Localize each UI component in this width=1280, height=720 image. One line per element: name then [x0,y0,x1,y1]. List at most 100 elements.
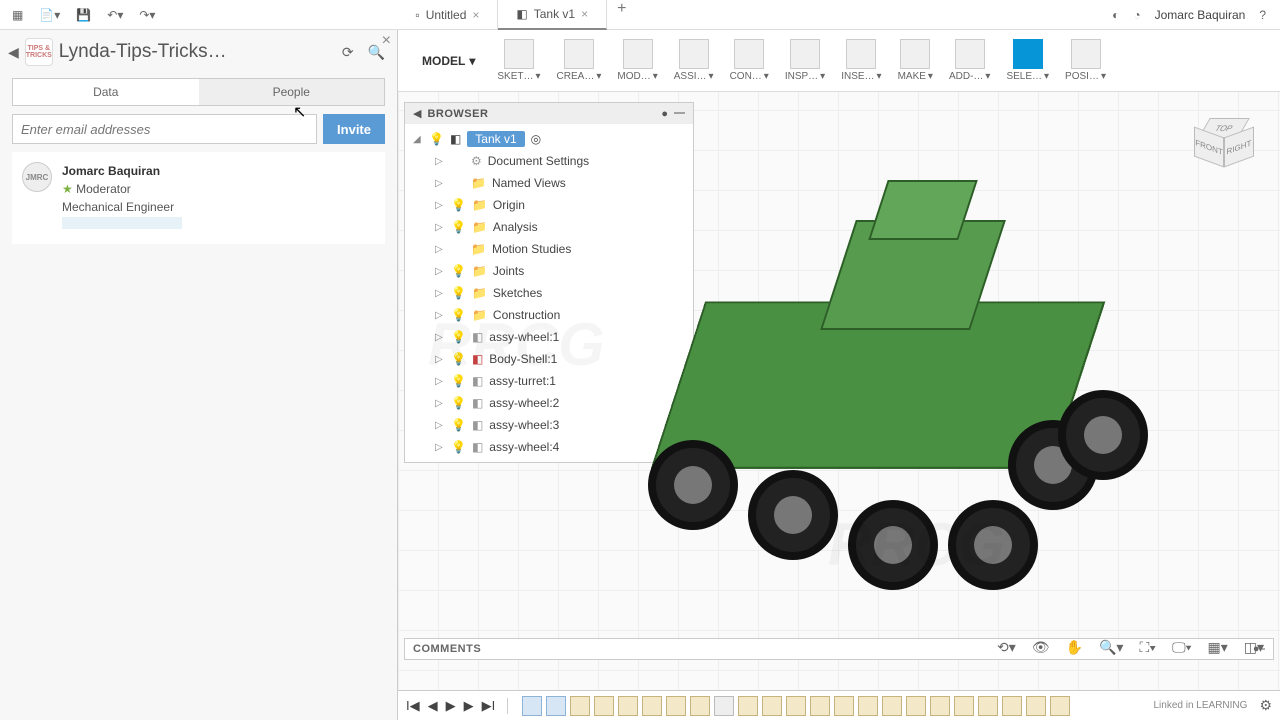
refresh-icon[interactable]: ⟳ [338,40,358,65]
tree-root[interactable]: ◢ 💡 ◧ Tank v1 ◎ [405,128,693,150]
grid-icon[interactable]: ▦ [12,8,23,22]
canvas[interactable]: MODEL ▾ SKET… ▾ CREA… ▾ MOD… ▾ ASSI… ▾ C… [398,30,1280,720]
user-name[interactable]: Jomarc Baquiran [1155,8,1246,22]
viewport-icon[interactable]: ◫▾ [1240,637,1268,658]
view-cube[interactable]: TOP FRONT RIGHT [1190,110,1260,180]
invite-button[interactable]: Invite [323,114,385,144]
arrow-right-icon[interactable]: ▷ [435,222,445,233]
bulb-icon[interactable]: 💡 [451,220,466,234]
ribbon-assemble[interactable]: ASSI… ▾ [666,37,722,84]
ribbon-modify[interactable]: MOD… ▾ [609,37,665,84]
tab-untitled[interactable]: ▫ Untitled × [397,0,498,30]
arrow-right-icon[interactable]: ▷ [435,376,445,387]
feature-item[interactable] [834,696,854,716]
tank-model[interactable] [588,160,1148,590]
job-status-icon[interactable]: ◔ [1133,8,1140,22]
bulb-icon[interactable]: 💡 [451,374,466,388]
ribbon-create[interactable]: CREA… ▾ [549,37,610,84]
feature-item[interactable] [906,696,926,716]
person-card[interactable]: JMRC Jomarc Baquiran ★ Moderator Mechani… [12,152,385,244]
ribbon-insert[interactable]: INSE… ▾ [833,37,889,84]
email-input[interactable] [12,114,317,144]
feature-item[interactable] [690,696,710,716]
arrow-right-icon[interactable]: ▷ [435,288,445,299]
skip-start-icon[interactable]: I◀ [406,698,420,714]
feature-item[interactable] [546,696,566,716]
ribbon-inspect[interactable]: INSP… ▾ [777,37,833,84]
play-icon[interactable]: ▶ [446,698,456,714]
fit-icon[interactable]: ⛶▾ [1135,637,1160,658]
feature-item[interactable] [1026,696,1046,716]
redo-icon[interactable]: ↷▾ [139,8,155,22]
slider-icon[interactable]: ⎯⎯ [674,107,685,120]
feature-item[interactable] [930,696,950,716]
arrow-right-icon[interactable]: ▷ [435,156,445,167]
ribbon-select[interactable]: SELE… ▾ [998,37,1057,84]
arrow-right-icon[interactable]: ▷ [435,266,445,277]
feature-item[interactable] [978,696,998,716]
feature-item[interactable] [954,696,974,716]
feature-item[interactable] [570,696,590,716]
arrow-right-icon[interactable]: ▷ [435,244,445,255]
bulb-icon[interactable]: 💡 [451,308,466,322]
arrow-right-icon[interactable]: ▷ [435,332,445,343]
feature-item[interactable] [1050,696,1070,716]
close-icon[interactable]: × [472,8,479,22]
settings-icon[interactable]: ⚙ [1259,697,1272,714]
feature-item[interactable] [762,696,782,716]
ribbon-addins[interactable]: ADD-… ▾ [941,37,998,84]
feature-item[interactable] [714,696,734,716]
arrow-right-icon[interactable]: ▷ [435,442,445,453]
bulb-icon[interactable]: 💡 [451,418,466,432]
bulb-icon[interactable]: 💡 [451,330,466,344]
arrow-right-icon[interactable]: ▷ [435,310,445,321]
browser-header[interactable]: ◀ BROWSER ● ⎯⎯ [405,103,693,124]
workspace-dropdown[interactable]: MODEL ▾ [408,54,489,68]
arrow-right-icon[interactable]: ▷ [435,178,445,189]
feature-item[interactable] [594,696,614,716]
close-icon[interactable]: × [581,7,588,21]
orbit-icon[interactable]: ⟲▾ [993,637,1020,658]
feature-item[interactable] [882,696,902,716]
tab-data[interactable]: Data [13,79,199,105]
feature-item[interactable] [522,696,542,716]
bullet-icon[interactable]: ● [661,108,668,120]
feature-item[interactable] [666,696,686,716]
bulb-icon[interactable]: 💡 [451,352,466,366]
arrow-right-icon[interactable]: ▷ [435,420,445,431]
new-tab-button[interactable]: + [607,0,636,30]
undo-icon[interactable]: ↶▾ [107,8,123,22]
feature-item[interactable] [810,696,830,716]
bulb-icon[interactable]: 💡 [451,286,466,300]
tab-tank[interactable]: ◧ Tank v1 × [498,0,607,30]
file-icon[interactable]: 📄▾ [39,8,60,22]
save-icon[interactable]: 💾 [76,8,91,22]
display-icon[interactable]: 🖵▾ [1168,637,1195,658]
target-icon[interactable]: ◎ [531,132,541,146]
tab-people[interactable]: People [199,79,385,105]
collapse-icon[interactable]: ◀ [413,107,421,120]
feature-item[interactable] [858,696,878,716]
zoom-icon[interactable]: 🔍▾ [1095,637,1127,658]
arrow-right-icon[interactable]: ▷ [435,354,445,365]
feature-item[interactable] [618,696,638,716]
step-back-icon[interactable]: ◀ [428,698,438,714]
ribbon-sketch[interactable]: SKET… ▾ [489,37,548,84]
extensions-icon[interactable]: ◐ [1112,8,1119,22]
feature-item[interactable] [642,696,662,716]
arrow-right-icon[interactable]: ▷ [435,200,445,211]
arrow-right-icon[interactable]: ▷ [435,398,445,409]
bulb-icon[interactable]: 💡 [451,198,466,212]
feature-item[interactable] [1002,696,1022,716]
help-icon[interactable]: ? [1259,8,1266,22]
pan-icon[interactable]: ✋ [1062,637,1087,658]
feature-item[interactable] [786,696,806,716]
back-button[interactable]: ◀ [8,44,19,61]
bulb-icon[interactable]: 💡 [429,132,444,146]
ribbon-construct[interactable]: CON… ▾ [722,37,777,84]
feature-item[interactable] [738,696,758,716]
ribbon-make[interactable]: MAKE ▾ [890,37,941,84]
look-icon[interactable]: 👁 [1028,637,1054,658]
grid-display-icon[interactable]: ▦▾ [1203,637,1231,658]
skip-end-icon[interactable]: ▶I [482,698,496,714]
